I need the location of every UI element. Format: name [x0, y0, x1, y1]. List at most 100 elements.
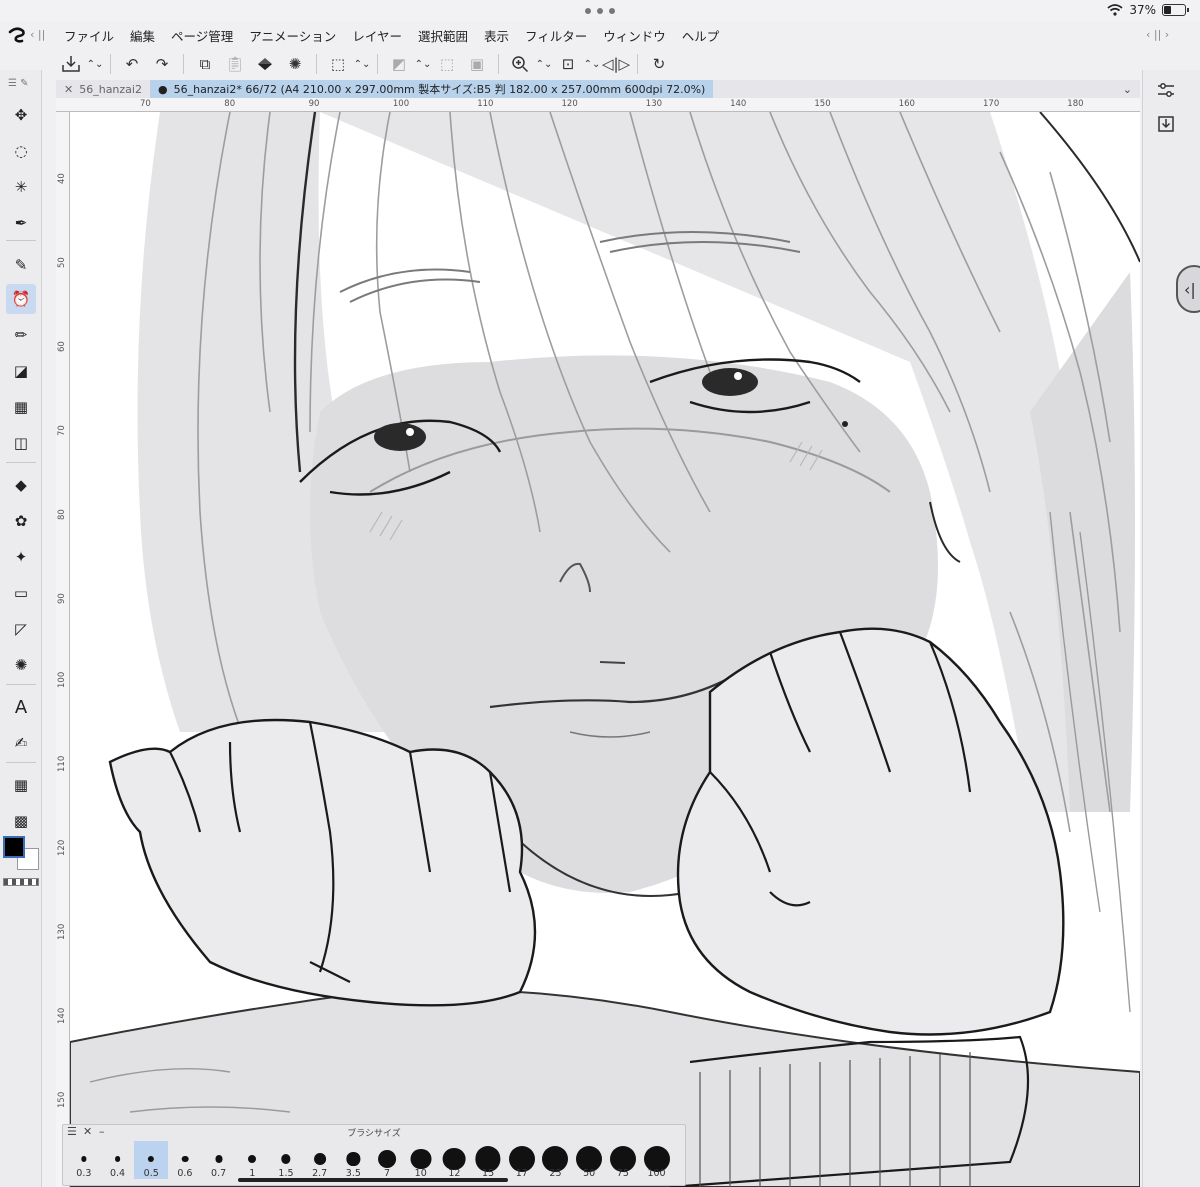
close-icon[interactable]: ✕ — [64, 83, 73, 96]
marker-icon[interactable]: ✏ — [6, 320, 36, 350]
status-indicators: 37% — [1107, 3, 1189, 17]
brush-size-label: 50 — [583, 1168, 596, 1179]
palette-grip-icon[interactable]: ☰ ✎ — [8, 78, 29, 89]
brush-size-item[interactable]: 0.7 — [202, 1141, 236, 1179]
battery-icon — [1162, 4, 1189, 16]
collapse-left-icon[interactable]: ‹ || — [30, 28, 45, 41]
brush-size-label: 0.5 — [143, 1168, 159, 1179]
brush-size-item[interactable]: 15 — [471, 1141, 505, 1179]
brush-size-item[interactable]: 1 — [235, 1141, 269, 1179]
menu-layer[interactable]: レイヤー — [344, 26, 410, 45]
brush-size-item[interactable]: 0.6 — [168, 1141, 202, 1179]
settings-sliders-icon[interactable] — [1151, 76, 1181, 104]
brush-size-item[interactable]: 100 — [640, 1141, 674, 1179]
transparent-color-swatch[interactable] — [3, 878, 39, 886]
brush-size-item[interactable]: 7 — [370, 1141, 404, 1179]
side-panel-handle-icon[interactable]: ‹| — [1176, 265, 1200, 313]
fill-bucket-icon[interactable] — [250, 50, 280, 78]
reset-rotation-icon[interactable]: ↻ — [644, 50, 674, 78]
menu-help[interactable]: ヘルプ — [674, 26, 728, 45]
loading-icon[interactable]: ✺ — [280, 50, 310, 78]
paste-icon[interactable]: 📋︎ — [220, 50, 250, 78]
brush-size-item[interactable]: 0.4 — [101, 1141, 135, 1179]
decoration-icon[interactable]: ✿ — [6, 506, 36, 536]
pen-icon[interactable]: ✎ — [6, 250, 36, 280]
eraser-icon[interactable]: ◫ — [6, 428, 36, 458]
multitasking-dots[interactable] — [585, 8, 615, 14]
effect-line-icon[interactable]: ✺ — [6, 650, 36, 680]
operation-icon[interactable]: ✥ — [6, 100, 36, 130]
tone-icon[interactable]: ▩ — [6, 806, 36, 836]
tab-document-inactive[interactable]: ✕ 56_hanzai2 — [56, 80, 150, 98]
brush-size-item[interactable]: 0.5 — [134, 1141, 169, 1179]
menu-page[interactable]: ページ管理 — [163, 26, 241, 45]
palette-header: ☰ ✕ – ブラシサイズ — [63, 1125, 685, 1140]
invert-selection-icon[interactable]: ▣ — [462, 50, 492, 78]
brush-size-dot-icon — [378, 1150, 396, 1168]
import-icon[interactable] — [1151, 110, 1181, 138]
brush-icon[interactable]: ◪ — [6, 356, 36, 386]
redo-icon[interactable]: ↷ — [147, 50, 177, 78]
app-logo-icon[interactable] — [0, 22, 34, 48]
zoom-chevron-icon[interactable]: ⌃⌄ — [535, 50, 553, 78]
lasso-select-icon[interactable]: ◌ — [6, 136, 36, 166]
ruler-tick-label: 60 — [57, 341, 67, 352]
brush-size-item[interactable]: 12 — [438, 1141, 472, 1179]
brush-size-item[interactable]: 10 — [404, 1141, 438, 1179]
horizontal-ruler: 70 80 90 100 110 120 130 140 150 160 170 180 — [56, 98, 1140, 112]
undo-icon[interactable]: ↶ — [117, 50, 147, 78]
menu-filter[interactable]: フィルター — [517, 26, 595, 45]
brush-size-item[interactable]: 1.5 — [269, 1141, 303, 1179]
brush-size-item[interactable]: 50 — [572, 1141, 606, 1179]
menu-file[interactable]: ファイル — [56, 26, 122, 45]
blend-icon[interactable]: ✦ — [6, 542, 36, 572]
tone-chevron-icon[interactable]: ⌃⌄ — [414, 50, 432, 78]
menu-view[interactable]: 表示 — [476, 26, 517, 45]
save-options-chevron-icon[interactable]: ⌃⌄ — [86, 50, 104, 78]
copy-icon[interactable]: ⧉ — [190, 50, 220, 78]
tone-area-icon[interactable]: ◩ — [384, 50, 414, 78]
transform-icon[interactable]: ⬚ — [323, 50, 353, 78]
ruler-icon[interactable]: ▦ — [6, 770, 36, 800]
collapse-right-icon[interactable]: ‹ || › — [1146, 28, 1169, 41]
main-color-swatch[interactable] — [3, 836, 25, 858]
brush-size-item[interactable]: 2.7 — [303, 1141, 337, 1179]
menu-edit[interactable]: 編集 — [122, 26, 163, 45]
pencil-icon[interactable]: ⏰ — [6, 284, 36, 314]
brush-size-label: 0.4 — [109, 1168, 126, 1179]
brush-size-dot-icon — [281, 1154, 291, 1164]
frame-border-icon[interactable]: ▦ — [6, 392, 36, 422]
zoom-in-icon[interactable] — [505, 50, 535, 78]
correct-line-icon[interactable]: ✍ — [6, 728, 36, 758]
figure-icon[interactable]: ◸ — [6, 614, 36, 644]
eyedropper-icon[interactable]: ✒ — [6, 208, 36, 238]
brush-size-item[interactable]: 17 — [505, 1141, 539, 1179]
vertical-ruler: 40 50 60 70 80 90 100 110 120 130 140 150 — [56, 112, 70, 1187]
tab-list-chevron-icon[interactable]: ⌄ — [1115, 80, 1140, 98]
ruler-tick-label: 170 — [983, 99, 1000, 109]
tab-document-active[interactable]: ● 56_hanzai2* 66/72 (A4 210.00 x 297.00m… — [149, 80, 714, 98]
menu-selection[interactable]: 選択範囲 — [410, 26, 476, 45]
brush-size-item[interactable]: 3.5 — [337, 1141, 371, 1179]
artwork-illustration — [70, 112, 1140, 1187]
drawing-canvas[interactable] — [70, 112, 1140, 1187]
brush-size-item[interactable]: 0.3 — [67, 1141, 101, 1179]
fit-screen-icon[interactable]: ⊡ — [553, 50, 583, 78]
gradient-icon[interactable]: ▭ — [6, 578, 36, 608]
brush-size-item[interactable]: 25 — [539, 1141, 573, 1179]
menu-animation[interactable]: アニメーション — [241, 26, 344, 45]
magic-wand-icon[interactable]: ✳ — [6, 172, 36, 202]
flip-horizontal-icon[interactable]: ◁|▷ — [601, 50, 631, 78]
ruler-tick-label: 140 — [730, 99, 747, 109]
save-icon[interactable] — [56, 50, 86, 78]
menu-window[interactable]: ウィンドウ — [595, 26, 674, 45]
brush-size-item[interactable]: 75 — [606, 1141, 640, 1179]
scrollbar[interactable] — [238, 1178, 508, 1182]
rotate-chevron-icon[interactable]: ⌃⌄ — [583, 50, 601, 78]
clear-selection-icon[interactable]: ⬚ — [432, 50, 462, 78]
brush-size-dot-icon — [346, 1152, 360, 1166]
fill-icon[interactable]: ◆ — [6, 470, 36, 500]
palette-title: ブラシサイズ — [347, 1129, 401, 1139]
transform-chevron-icon[interactable]: ⌃⌄ — [353, 50, 371, 78]
text-icon[interactable]: A — [6, 692, 36, 722]
